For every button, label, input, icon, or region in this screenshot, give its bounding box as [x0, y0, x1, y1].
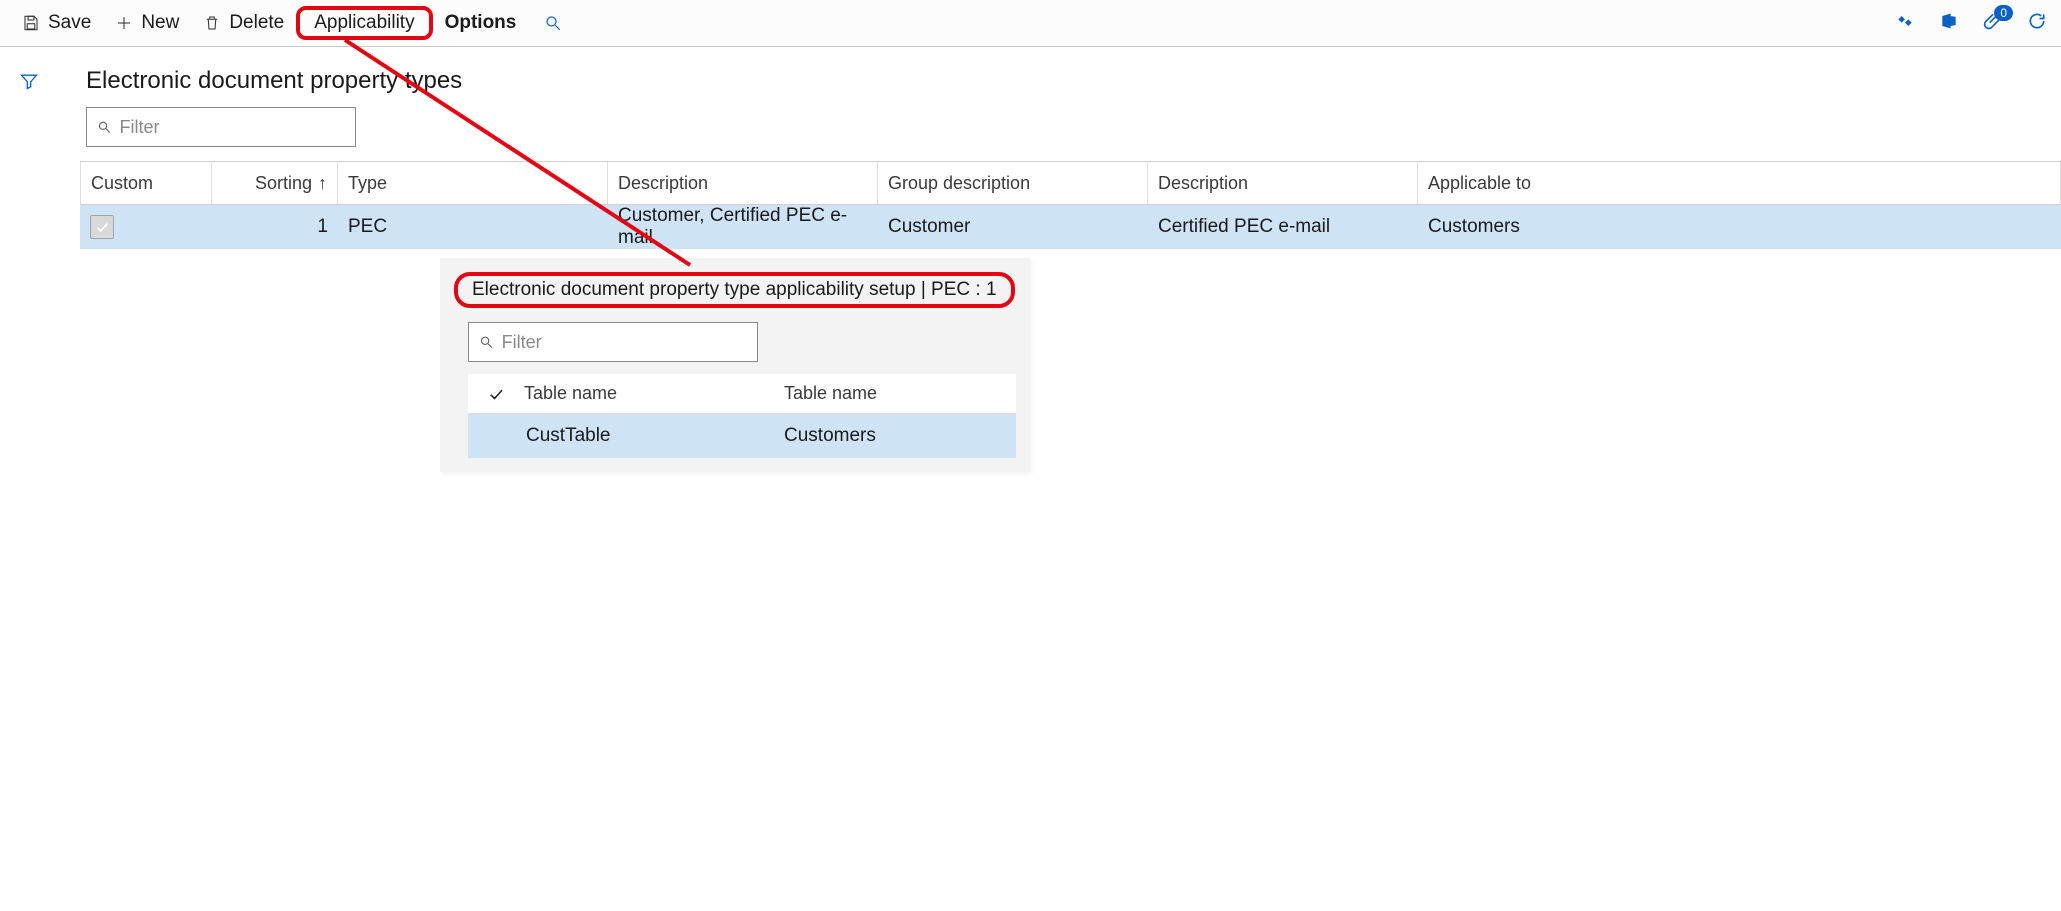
- popup-title-highlight: Electronic document property type applic…: [454, 272, 1015, 308]
- toolbar-search-button[interactable]: [528, 14, 578, 32]
- column-group-description[interactable]: Group description: [878, 162, 1148, 204]
- search-icon: [97, 119, 112, 135]
- plus-icon: [115, 14, 133, 32]
- refresh-icon: [2027, 11, 2047, 31]
- applicability-popup: Electronic document property type applic…: [440, 258, 1030, 472]
- applicability-label: Applicability: [314, 12, 414, 34]
- delete-button[interactable]: Delete: [191, 5, 296, 41]
- diamonds-icon: [1895, 11, 1915, 31]
- cell-description[interactable]: Customer, Certified PEC e-mail: [608, 205, 878, 249]
- delete-label: Delete: [229, 12, 284, 34]
- popup-cell-table-name-1[interactable]: CustTable: [524, 425, 784, 447]
- attachments-badge: 0: [1994, 5, 2013, 21]
- cell-description-2[interactable]: Certified PEC e-mail: [1148, 205, 1418, 249]
- page-title: Electronic document property types: [80, 47, 2061, 107]
- office-icon: [1939, 11, 1959, 31]
- filter-pane: [0, 47, 58, 911]
- search-icon: [544, 14, 562, 32]
- main-grid: Custom Sorting ↑ Type Description Group …: [80, 161, 2061, 249]
- new-label: New: [141, 12, 179, 34]
- options-label: Options: [445, 12, 517, 34]
- cell-sorting[interactable]: 1: [212, 205, 338, 249]
- filter-icon: [19, 71, 39, 91]
- popup-filter[interactable]: [468, 322, 758, 362]
- grid-filter-input[interactable]: [120, 117, 345, 138]
- filter-pane-toggle[interactable]: [19, 71, 39, 911]
- applicability-button[interactable]: Applicability: [296, 6, 432, 40]
- check-icon: [94, 219, 110, 235]
- new-button[interactable]: New: [103, 5, 191, 41]
- column-sorting[interactable]: Sorting ↑: [212, 162, 338, 204]
- main-content: Electronic document property types Custo…: [80, 47, 2061, 249]
- sort-ascending-icon: ↑: [318, 173, 327, 194]
- popup-select-all[interactable]: [468, 385, 524, 403]
- popup-filter-input[interactable]: [502, 332, 747, 353]
- cell-group-description[interactable]: Customer: [878, 205, 1148, 249]
- column-description[interactable]: Description: [608, 162, 878, 204]
- column-custom[interactable]: Custom: [80, 162, 212, 204]
- office-button[interactable]: [1939, 11, 1959, 36]
- cell-type[interactable]: PEC: [338, 205, 608, 249]
- toolbar: Save New Delete Applicability Options 0: [0, 0, 2061, 47]
- check-icon: [487, 385, 505, 403]
- popup-title: Electronic document property type applic…: [472, 279, 997, 301]
- options-button[interactable]: Options: [433, 5, 529, 41]
- refresh-button[interactable]: [2027, 11, 2047, 36]
- save-label: Save: [48, 12, 91, 34]
- popup-grid: Table name Table name CustTable Customer…: [468, 374, 1016, 458]
- save-icon: [22, 14, 40, 32]
- open-new-window-button[interactable]: [1895, 11, 1915, 36]
- row-selector-cell: [80, 205, 212, 249]
- column-description-2[interactable]: Description: [1148, 162, 1418, 204]
- cell-applicable-to[interactable]: Customers: [1418, 205, 2061, 249]
- popup-grid-header: Table name Table name: [468, 374, 1016, 414]
- grid-header: Custom Sorting ↑ Type Description Group …: [80, 161, 2061, 205]
- trash-icon: [203, 14, 221, 32]
- column-type[interactable]: Type: [338, 162, 608, 204]
- table-row[interactable]: CustTable Customers: [468, 414, 1016, 458]
- table-row[interactable]: 1 PEC Customer, Certified PEC e-mail Cus…: [80, 205, 2061, 249]
- grid-filter[interactable]: [86, 107, 356, 147]
- search-icon: [479, 334, 494, 350]
- popup-column-table-name-1[interactable]: Table name: [524, 383, 784, 404]
- save-button[interactable]: Save: [10, 5, 103, 41]
- row-checkbox[interactable]: [90, 215, 114, 239]
- popup-column-table-name-2[interactable]: Table name: [784, 383, 1016, 404]
- column-applicable-to[interactable]: Applicable to: [1418, 162, 2061, 204]
- toolbar-right: 0: [1895, 11, 2047, 36]
- attachments-button[interactable]: 0: [1983, 11, 2003, 36]
- popup-cell-table-name-2[interactable]: Customers: [784, 425, 1016, 447]
